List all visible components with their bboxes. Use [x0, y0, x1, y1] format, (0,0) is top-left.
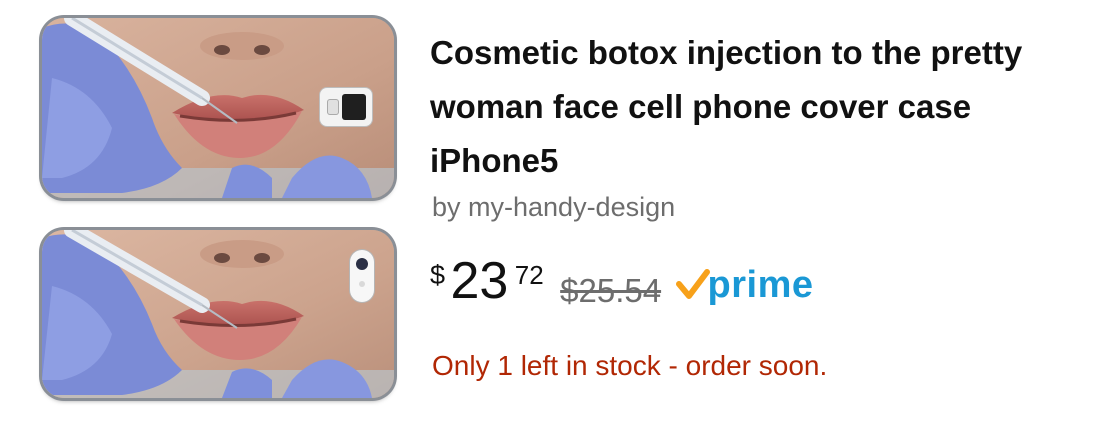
stock-status: Only 1 left in stock - order soon.: [432, 350, 828, 381]
prime-label: prime: [707, 264, 814, 306]
flash-icon: [359, 281, 365, 287]
product-image-case-bottom[interactable]: [42, 230, 394, 398]
product-byline[interactable]: by my-handy-design: [432, 192, 675, 223]
flash-icon: [327, 99, 339, 115]
list-price: $25.54: [560, 272, 662, 309]
camera-rect-icon: [320, 88, 372, 126]
camera-pill-icon: [350, 250, 374, 302]
product-image-case-top[interactable]: [42, 18, 394, 198]
prime-check-icon: [675, 269, 710, 299]
price-currency: $: [430, 260, 446, 290]
camera-lens-icon: [356, 258, 368, 270]
prime-badge[interactable]: prime: [675, 264, 814, 307]
price-whole: 23: [450, 252, 509, 310]
price-fraction: 72: [514, 260, 544, 290]
price-row: $ 23 72 $25.54 prime: [430, 250, 814, 320]
face-artwork: [42, 230, 394, 398]
product-title[interactable]: Cosmetic botox injection to the pretty w…: [430, 26, 1090, 188]
camera-lens-icon: [342, 94, 366, 120]
